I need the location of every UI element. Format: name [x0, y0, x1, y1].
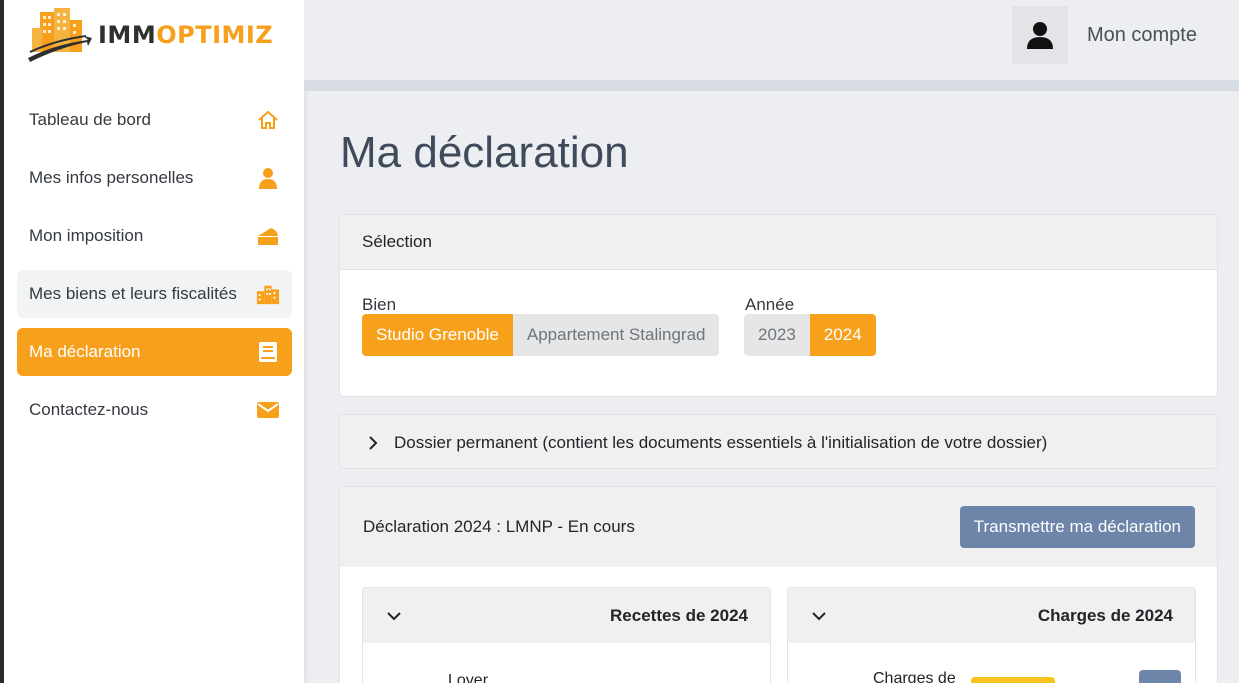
sidebar-item-label: Mon imposition: [29, 226, 144, 245]
envelope-icon: [256, 398, 280, 422]
charge-item-label: Charges de: [873, 670, 956, 683]
brand-logo[interactable]: IMMOPTIMIZ: [26, 4, 286, 66]
dossier-permanent-label: Dossier permanent (contient les document…: [394, 432, 1048, 452]
sidebar-item-tableau-de-bord[interactable]: Tableau de bord: [17, 96, 292, 144]
sidebar-item-imposition[interactable]: Mon imposition: [17, 212, 292, 260]
recette-item-label: Loyer: [448, 672, 489, 683]
charges-card: Charges de 2024 ▬ Charges de: [787, 587, 1196, 683]
annee-option-2024[interactable]: 2024: [809, 314, 876, 356]
recettes-card: Recettes de 2024 Loyer: [362, 587, 771, 683]
buildings-logo-icon: [28, 8, 92, 62]
brand-name: IMMOPTIMIZ: [98, 21, 274, 49]
city-icon: [256, 282, 280, 306]
charges-toggle[interactable]: Charges de 2024: [788, 588, 1195, 643]
dossier-permanent-card: Dossier permanent (contient les document…: [339, 414, 1218, 469]
selection-card-header: Sélection: [340, 215, 1217, 270]
sidebar-item-label: Mes infos personelles: [29, 168, 194, 187]
home-icon: [256, 108, 280, 132]
charge-edit-button[interactable]: [1139, 670, 1181, 683]
declaration-card: Déclaration 2024 : LMNP - En cours Trans…: [339, 486, 1218, 683]
chevron-down-icon: [387, 611, 401, 620]
sidebar-item-infos-personelles[interactable]: Mes infos personelles: [17, 154, 292, 202]
bien-option-appartement-stalingrad[interactable]: Appartement Stalingrad: [512, 314, 720, 356]
declaration-card-header: Déclaration 2024 : LMNP - En cours Trans…: [340, 487, 1217, 567]
sidebar: IMMOPTIMIZ Tableau de bord Mes infos per…: [4, 0, 304, 683]
declaration-status: Déclaration 2024 : LMNP - En cours: [363, 517, 635, 536]
avatar[interactable]: [1011, 6, 1068, 64]
user-avatar-icon: [1026, 22, 1053, 49]
sidebar-item-label: Ma déclaration: [29, 342, 141, 361]
chevron-right-icon: [369, 435, 378, 450]
sidebar-item-label: Mes biens et leurs fiscalités: [29, 284, 237, 303]
sidebar-item-label: Tableau de bord: [29, 110, 151, 129]
charges-title: Charges de 2024: [1037, 605, 1173, 625]
dossier-permanent-toggle[interactable]: Dossier permanent (contient les document…: [340, 415, 1217, 468]
bien-option-studio-grenoble[interactable]: Studio Grenoble: [362, 314, 513, 356]
sidebar-item-contactez-nous[interactable]: Contactez-nous: [17, 386, 292, 434]
bien-label: Bien: [362, 295, 397, 314]
page-title: Ma déclaration: [340, 128, 629, 177]
charge-status-badge: [971, 677, 1055, 683]
sidebar-nav: Tableau de bord Mes infos personelles Mo…: [17, 96, 292, 444]
recettes-toggle[interactable]: Recettes de 2024: [363, 588, 770, 643]
sidebar-item-ma-declaration[interactable]: Ma déclaration: [17, 328, 292, 376]
account-menu[interactable]: Mon compte: [1011, 0, 1239, 70]
sidebar-item-biens-fiscalites[interactable]: Mes biens et leurs fiscalités: [17, 270, 292, 318]
annee-option-2023[interactable]: 2023: [744, 314, 810, 356]
cheese-icon: [256, 224, 280, 248]
selection-card: Sélection Bien Studio Grenoble Apparteme…: [339, 214, 1218, 397]
transmettre-declaration-button[interactable]: Transmettre ma déclaration: [959, 506, 1195, 548]
recettes-title: Recettes de 2024: [610, 605, 748, 625]
user-icon: [256, 166, 280, 190]
selection-title: Sélection: [362, 232, 432, 251]
annee-label: Année: [745, 295, 795, 314]
bien-selector: Studio Grenoble Appartement Stalingrad: [362, 314, 720, 356]
topbar: Mon compte: [304, 0, 1239, 80]
sidebar-item-label: Contactez-nous: [29, 400, 149, 419]
topbar-divider: [304, 80, 1239, 91]
chevron-down-icon: [812, 611, 826, 620]
annee-selector: 2023 2024: [744, 314, 876, 356]
account-label[interactable]: Mon compte: [1087, 24, 1197, 47]
book-icon: [256, 340, 280, 364]
